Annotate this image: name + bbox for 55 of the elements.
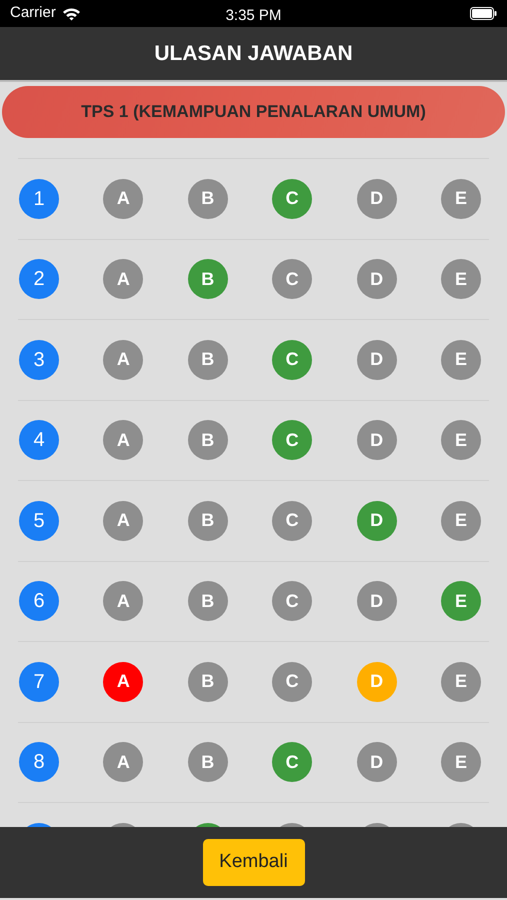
answer-option: D bbox=[356, 420, 397, 460]
answer-option: C bbox=[272, 340, 312, 380]
answer-option: D bbox=[356, 259, 397, 300]
answer-option: B bbox=[188, 662, 228, 702]
answer-option: B bbox=[188, 742, 228, 782]
answer-option: C bbox=[272, 581, 312, 622]
answer-option: B bbox=[188, 420, 228, 460]
answer-option: B bbox=[188, 259, 228, 300]
answer-option: A bbox=[103, 742, 144, 782]
question-number[interactable]: 3 bbox=[19, 340, 59, 380]
answer-option: E bbox=[440, 340, 481, 380]
answer-option: E bbox=[440, 581, 481, 622]
question-number[interactable]: 1 bbox=[19, 178, 59, 219]
answer-option: E bbox=[440, 662, 481, 702]
answer-option: B bbox=[188, 340, 228, 380]
question-number[interactable]: 5 bbox=[19, 500, 59, 541]
wifi-icon bbox=[62, 6, 81, 20]
question-number[interactable]: 4 bbox=[19, 420, 59, 460]
clock-time: 3:35 PM bbox=[226, 6, 282, 26]
question-number[interactable]: 7 bbox=[19, 662, 59, 702]
answer-option: E bbox=[440, 178, 481, 219]
answer-option: A bbox=[103, 662, 144, 702]
back-button[interactable]: Kembali bbox=[202, 839, 304, 886]
answer-option: A bbox=[103, 340, 144, 380]
answer-option: C bbox=[272, 178, 312, 219]
answer-option: C bbox=[272, 500, 312, 541]
answer-option: A bbox=[103, 581, 144, 622]
answer-option: B bbox=[188, 581, 228, 622]
answer-option: A bbox=[103, 259, 144, 300]
answer-option: A bbox=[103, 500, 144, 541]
answer-option: D bbox=[356, 340, 397, 380]
question-number[interactable]: 6 bbox=[19, 581, 59, 622]
answer-option: D bbox=[356, 662, 397, 702]
answer-option: B bbox=[188, 500, 228, 541]
answer-option: D bbox=[356, 500, 397, 541]
answer-option: D bbox=[356, 742, 397, 782]
answer-option: D bbox=[356, 581, 397, 622]
answer-option: C bbox=[272, 420, 312, 460]
question-number[interactable]: 2 bbox=[19, 259, 59, 300]
battery-icon bbox=[470, 7, 497, 20]
answer-option: E bbox=[440, 500, 481, 541]
answer-option: B bbox=[188, 178, 228, 219]
answer-option: A bbox=[103, 420, 144, 460]
answer-option: E bbox=[440, 259, 481, 300]
question-number[interactable]: 8 bbox=[19, 742, 59, 782]
answer-option: A bbox=[103, 178, 144, 219]
answer-option: D bbox=[356, 178, 397, 219]
answer-option: E bbox=[440, 420, 481, 460]
answer-option: C bbox=[272, 259, 312, 300]
answer-option: C bbox=[272, 742, 312, 782]
answer-option: E bbox=[440, 742, 481, 782]
section-banner: TPS 1 (KEMAMPUAN PENALARAN UMUM) bbox=[2, 86, 505, 138]
carrier-label: Carrier bbox=[10, 3, 56, 24]
answer-option: C bbox=[272, 662, 312, 702]
header-title: ULASAN JAWABAN bbox=[154, 40, 353, 67]
